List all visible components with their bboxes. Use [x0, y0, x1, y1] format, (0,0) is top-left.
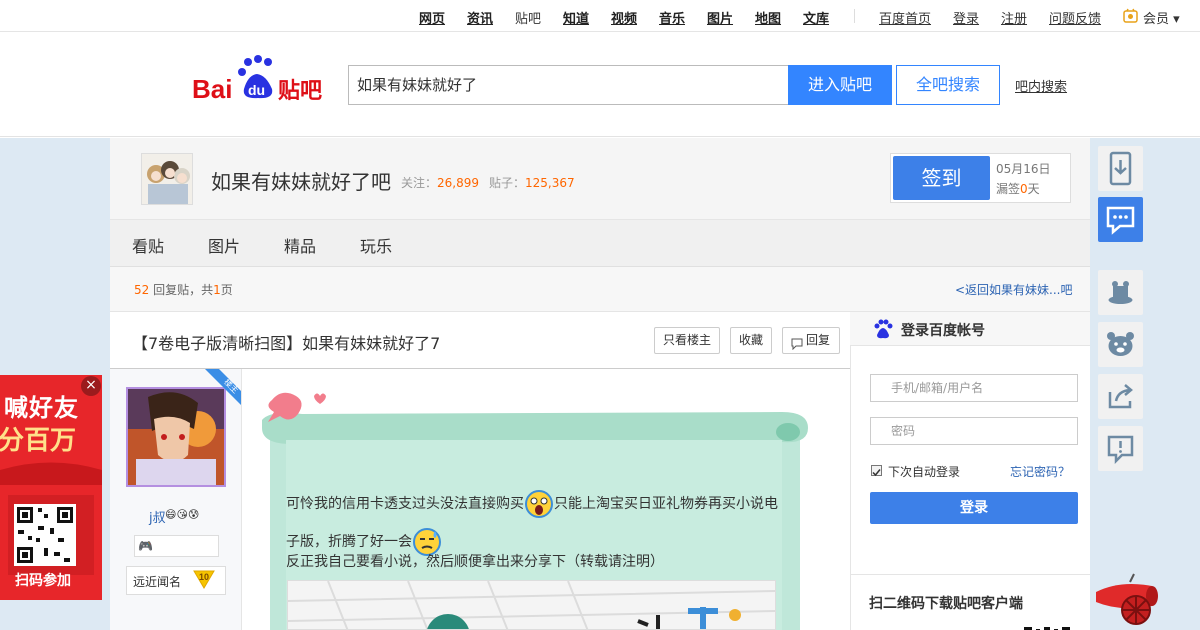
favorite-button[interactable]: 收藏 [730, 327, 772, 354]
nav-wenku[interactable]: 文库 [803, 8, 829, 27]
qr-download-title: 扫二维码下载贴吧客户端 [869, 596, 1023, 612]
only-op-button[interactable]: 只看楼主 [654, 327, 720, 354]
tab-fun[interactable]: 玩乐 [360, 233, 392, 257]
tab-featured[interactable]: 精品 [284, 233, 316, 257]
logo-du: du [248, 82, 265, 98]
posts-count: 125,367 [525, 176, 575, 190]
follow-stat: 关注：26,899 [401, 176, 480, 190]
logo-tieba: 贴吧 [278, 78, 322, 103]
ad-scan-label: 扫码参加 [15, 573, 71, 589]
post-line-3: 反正我自己要看小说，然后顺便拿出来分享下（转载请注明） [286, 554, 664, 570]
tab-view-posts[interactable]: 看贴 [132, 233, 164, 257]
panel-divider [851, 574, 1090, 575]
nav-register[interactable]: 注册 [1001, 8, 1027, 27]
thread-title: 【7卷电子版清晰扫图】如果有妹妹就好了7 [132, 334, 441, 353]
nav-baidu-home[interactable]: 百度首页 [879, 8, 931, 27]
reply-button[interactable]: 回复 [782, 327, 840, 354]
back-to-forum-link[interactable]: <返回如果有妹妹...吧 [955, 281, 1073, 298]
posts-stat: 贴子：125,367 [489, 176, 575, 190]
ad-qr-code [14, 504, 76, 566]
login-button[interactable]: 登录 [870, 492, 1078, 524]
nav-news[interactable]: 资讯 [467, 8, 493, 27]
password-input[interactable]: 密码 [870, 417, 1078, 445]
ad-close-button[interactable]: × [81, 376, 101, 396]
nav-divider [854, 9, 855, 23]
share-button[interactable] [1098, 374, 1143, 419]
member-icon[interactable] [1123, 8, 1138, 23]
login-title: 登录百度帐号 [901, 323, 985, 339]
baidu-tieba-logo[interactable]: Bai du 贴吧 [192, 55, 332, 104]
post-line-1: 可怜我的信用卡透支过头没法直接购买 只能上淘宝买日亚礼物券再买小说电 [286, 489, 786, 519]
nav-zhidao[interactable]: 知道 [563, 8, 589, 27]
message-button[interactable] [1098, 197, 1143, 242]
search-input[interactable]: 如果有妹妹就好了 [348, 65, 789, 105]
op-ribbon: 楼主 [205, 369, 241, 405]
reply-info-bar [110, 267, 1090, 312]
username-input[interactable]: 手机/邮箱/用户名 [870, 374, 1078, 402]
badge-icon: 🎮 [138, 539, 153, 553]
nav-web[interactable]: 网页 [419, 8, 445, 27]
forgot-password-link[interactable]: 忘记密码？ [1010, 463, 1070, 480]
logo-bai: Bai [192, 74, 232, 103]
level-badge-icon: 10 [193, 569, 215, 589]
qr-code-partial [1024, 622, 1070, 630]
nav-tieba-current: 贴吧 [515, 12, 542, 27]
magic-hat-icon [1108, 281, 1133, 304]
nav-login[interactable]: 登录 [953, 8, 979, 27]
chat-icon [1106, 206, 1135, 235]
download-app-button[interactable] [1098, 146, 1143, 191]
all-tieba-search-button[interactable]: 全吧搜索 [896, 65, 1000, 105]
tab-images[interactable]: 图片 [208, 233, 240, 257]
nav-member[interactable]: 会员 ▾ [1143, 8, 1180, 27]
baidu-paw-icon [872, 318, 894, 340]
post-scan-image[interactable] [287, 580, 776, 630]
remember-checkbox[interactable] [871, 465, 882, 477]
ad-title-line-1: 喊好友 [4, 394, 79, 422]
magic-hat-button[interactable] [1098, 270, 1143, 315]
author-emoji-icons: 😄😘😰 [165, 508, 200, 521]
nav-images[interactable]: 图片 [707, 8, 733, 27]
sign-date: 05月16日 [996, 162, 1051, 176]
nav-feedback[interactable]: 问题反馈 [1049, 8, 1101, 27]
author-badges[interactable]: 🎮 [134, 535, 219, 557]
forum-tabs [110, 220, 1090, 267]
cupid-icon [262, 386, 332, 426]
level-number: 10 [199, 572, 209, 582]
remember-label: 下次自动登录 [888, 465, 961, 479]
forum-name: 如果有妹妹就好了吧 [211, 170, 391, 194]
ad-title-line-2: 分百万 [0, 426, 77, 456]
bear-button[interactable] [1098, 322, 1143, 367]
report-icon [1107, 435, 1134, 465]
reply-count: 52 回复贴，共1页 [134, 283, 233, 297]
author-level-label: 远近闻名 [133, 575, 182, 589]
shocked-emoji-icon [524, 489, 554, 519]
share-icon [1108, 384, 1133, 409]
author-name[interactable]: j叔 [149, 507, 166, 526]
nav-music[interactable]: 音乐 [659, 8, 685, 27]
comment-icon [791, 334, 803, 351]
nav-video[interactable]: 视频 [611, 8, 637, 27]
enter-tieba-button[interactable]: 进入贴吧 [788, 65, 892, 105]
sign-missed: 漏签0天 [996, 182, 1040, 196]
bear-icon [1107, 332, 1134, 356]
report-button[interactable] [1098, 426, 1143, 471]
in-bar-search-link[interactable]: 吧内搜索 [1015, 76, 1067, 95]
close-icon: × [85, 377, 97, 393]
phone-download-icon [1109, 151, 1132, 186]
follow-count: 26,899 [437, 176, 480, 190]
nav-map[interactable]: 地图 [755, 8, 781, 27]
sign-in-button[interactable]: 签到 [893, 156, 990, 200]
forum-avatar[interactable] [141, 153, 193, 205]
cannon-decoration-icon[interactable] [1090, 572, 1170, 630]
